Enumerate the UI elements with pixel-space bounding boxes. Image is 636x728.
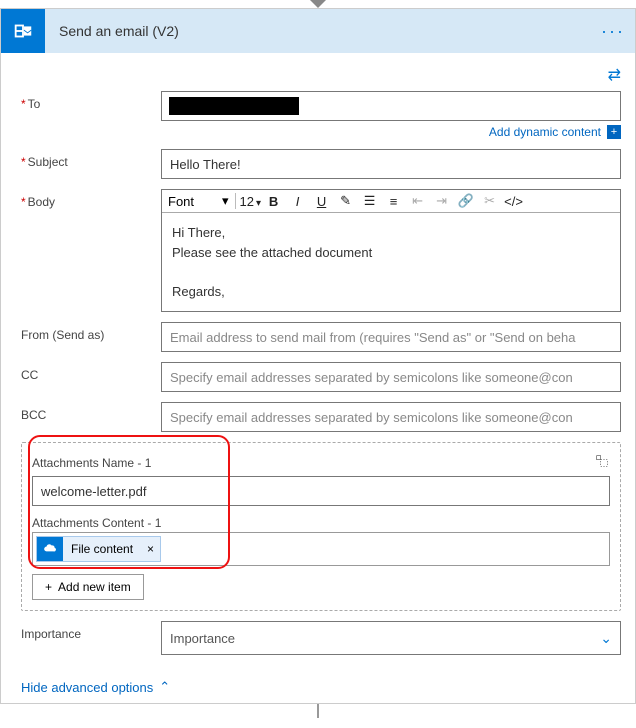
editor-toolbar: Font▾ 12 B I U ✎ ☰ ≡ ⇤ ⇥ 🔗 ✂ </> [162, 190, 620, 213]
subject-input[interactable] [161, 149, 621, 179]
cc-label: CC [21, 362, 161, 382]
body-label: Body [21, 189, 161, 209]
bcc-input[interactable] [161, 402, 621, 432]
add-dynamic-content-link[interactable]: Add dynamic content + [161, 125, 621, 139]
attachments-section: Attachments Name - 1 Attachments Content… [21, 442, 621, 611]
body-editor: Font▾ 12 B I U ✎ ☰ ≡ ⇤ ⇥ 🔗 ✂ </> Hi Ther… [161, 189, 621, 312]
cc-input[interactable] [161, 362, 621, 392]
connector-line [317, 704, 319, 718]
chevron-down-icon: ⌄ [600, 630, 612, 647]
remove-token-icon[interactable]: × [141, 542, 160, 556]
onedrive-icon [37, 537, 63, 561]
card-header[interactable]: Send an email (V2) ··· [1, 9, 635, 53]
bcc-label: BCC [21, 402, 161, 422]
card-title: Send an email (V2) [45, 23, 601, 39]
importance-select[interactable]: Importance ⌄ [161, 621, 621, 655]
fontsize-selector[interactable]: 12 [240, 194, 260, 209]
link-button[interactable]: 🔗 [456, 193, 476, 209]
subject-label: Subject [21, 149, 161, 169]
card-menu-button[interactable]: ··· [601, 21, 625, 42]
from-input[interactable] [161, 322, 621, 352]
from-label: From (Send as) [21, 322, 161, 342]
collapse-arrow-icon [310, 0, 326, 8]
number-list-button[interactable]: ≡ [384, 194, 404, 209]
outlook-icon [1, 9, 45, 53]
font-selector[interactable]: Font▾ [168, 193, 236, 209]
attachment-content-label: Attachments Content - 1 [32, 516, 610, 530]
send-email-card: Send an email (V2) ··· ⇄ To Add dynamic … [0, 8, 636, 704]
bullet-list-button[interactable]: ☰ [360, 193, 380, 209]
switch-array-icon[interactable] [594, 453, 610, 472]
hide-advanced-options-link[interactable]: Hide advanced options ⌃ [21, 679, 170, 695]
body-textarea[interactable]: Hi There, Please see the attached docume… [162, 213, 620, 311]
attachment-name-label: Attachments Name - 1 [32, 456, 151, 470]
outdent-button[interactable]: ⇤ [408, 193, 428, 209]
file-content-token[interactable]: File content × [36, 536, 161, 562]
importance-label: Importance [21, 621, 161, 641]
add-new-item-button[interactable]: + Add new item [32, 574, 144, 600]
to-input[interactable] [161, 91, 621, 121]
to-label: To [21, 91, 161, 111]
clear-format-button[interactable]: ✂ [480, 193, 500, 209]
plus-icon: + [45, 580, 52, 594]
italic-button[interactable]: I [288, 194, 308, 209]
attachment-content-input[interactable]: File content × [32, 532, 610, 566]
color-button[interactable]: ✎ [336, 193, 356, 209]
swap-icon[interactable]: ⇄ [608, 65, 621, 85]
plus-icon: + [607, 125, 621, 139]
code-view-button[interactable]: </> [504, 194, 524, 209]
indent-button[interactable]: ⇥ [432, 193, 452, 209]
underline-button[interactable]: U [312, 194, 332, 209]
attachment-name-input[interactable] [32, 476, 610, 506]
chevron-up-icon: ⌃ [159, 679, 170, 695]
bold-button[interactable]: B [264, 194, 284, 209]
